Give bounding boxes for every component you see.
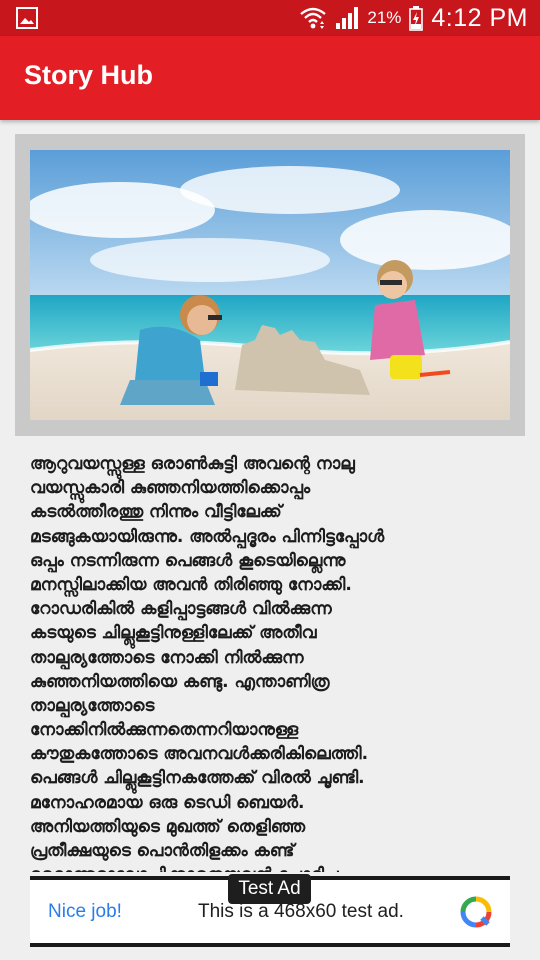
ad-nice-job-text: Nice job! [48,901,122,922]
story-line: ആറുവയസ്സുള്ള ഒരാൺകുട്ടി അവന്റെ നാലു [30,454,355,474]
clock: 4:12 PM [431,3,528,32]
status-bar: 21% 4:12 PM [0,0,540,36]
story-image [30,150,510,420]
story-line: അനിയത്തിയുടെ മുഖത്ത് തെളിഞ്ഞ [30,816,306,837]
beach-kids-illustration [30,150,510,420]
story-line: മടങ്ങുകയായിരുന്നു. അൽപ്പദൂരം പിന്നിട്ടപ്… [30,526,385,547]
story-line: കടയുടെ ചില്ലുകൂട്ടിനുള്ളിലേക്ക് അതീവ [30,623,317,644]
battery-percent: 21% [367,8,402,27]
app-bar: Story Hub [0,36,540,120]
story-text: ആറുവയസ്സുള്ള ഒരാൺകുട്ടി അവന്റെ നാലു വയസ്… [30,452,510,872]
ad-label: Test Ad [228,874,311,904]
signal-icon [336,7,359,29]
story-line: താല്പര്യത്തോടെ നോക്കി നിൽക്കുന്ന [30,647,304,668]
app-title: Story Hub [24,60,154,90]
story-line: കൗതുകത്തോടെ അവനവൾക്കരികിലെത്തി. [30,744,369,765]
wifi-icon [300,7,327,29]
story-line: പ്രതീക്ഷയുടെ പൊൻതിളക്കം കണ്ട് [30,841,295,861]
story-line: മനോഹരമായ ഒരു ടെഡി ബെയർ. [30,792,305,813]
story-line: മനസ്സിലാക്കിയ അവൻ തിരിഞ്ഞു നോക്കി. [30,574,352,595]
story-line: വയസ്സുകാരി കുഞ്ഞനിയത്തിക്കൊപ്പം [30,478,311,499]
story-line: പെങ്ങൾ ചില്ലുകൂട്ടിനകത്തേക്ക് വിരൽ ചൂണ്ട… [30,768,365,789]
story-line: കുഞ്ഞനിയത്തിയെ കണ്ടു. എന്താണിത്ര [30,671,330,692]
story-line: കടൽത്തീരത്തു നിന്നും വീട്ടിലേക്ക് [30,502,282,523]
gallery-icon [16,7,38,29]
battery-charging-icon [409,6,424,31]
story-line: റോഡരികിൽ കളിപ്പാട്ടങ്ങൾ വിൽക്കുന്ന [30,599,332,620]
story-line: ഒപ്പം നടന്നിരുന്ന പെങ്ങൾ കൂടെയില്ലെന്നു [30,550,346,571]
adchoices-logo-icon[interactable] [460,896,492,928]
story-image-frame [15,134,525,436]
ad-description: This is a 468x60 test ad. [198,901,404,922]
story-line: താല്പര്യത്തോടെ [30,695,155,716]
story-line: മറ്റൊന്നുമാലോചിക്കാതെയവൻ ചോദിച്ചു - [30,863,510,872]
story-line: നോക്കിനിൽക്കുന്നതെന്നറിയാനുള്ള [30,720,299,741]
